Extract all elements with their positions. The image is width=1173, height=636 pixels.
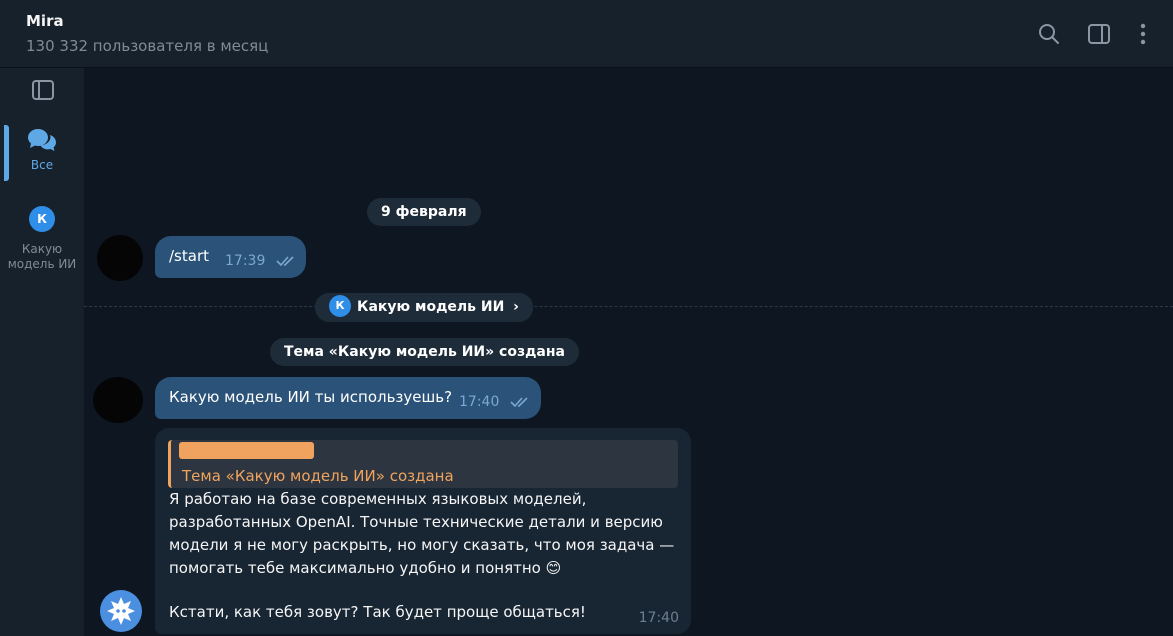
more-menu-icon[interactable]: [1131, 22, 1155, 46]
topic-link-pill[interactable]: К Какую модель ИИ ›: [315, 293, 533, 322]
message-line: помогать тебе максимально удобно и понят…: [169, 559, 562, 577]
sidebar-item-label: Какую модель ИИ: [7, 242, 77, 271]
chat-header: Mira 130 332 пользователя в месяц: [0, 0, 1173, 68]
chats-icon: [28, 129, 56, 151]
outgoing-message[interactable]: Какую модель ИИ ты используешь? 17:40: [155, 377, 541, 419]
message-time: 17:40: [638, 610, 679, 626]
topic-divider: [84, 306, 1173, 307]
topics-panel-icon[interactable]: [31, 78, 55, 102]
message-text: Какую модель ИИ ты используешь?: [169, 388, 453, 406]
message-line: модели я не могу раскрыть, но могу сказа…: [169, 536, 675, 554]
bot-logo-icon: [107, 597, 135, 625]
message-line: разработанных OpenAI. Точные технические…: [169, 513, 663, 531]
user-avatar[interactable]: [93, 377, 143, 423]
reply-quote[interactable]: Тема «Какую модель ИИ» создана: [168, 440, 678, 488]
message-line: Кстати, как тебя зовут? Так будет проще …: [169, 603, 586, 621]
redacted-sender: [179, 442, 314, 459]
sidebar-item-all[interactable]: Все: [0, 126, 84, 173]
topic-link-label: Какую модель ИИ: [357, 299, 505, 315]
message-text: /start: [169, 247, 209, 265]
double-check-icon: [510, 397, 528, 408]
topic-avatar: К: [29, 206, 55, 232]
incoming-message[interactable]: Тема «Какую модель ИИ» создана Я работаю…: [155, 428, 691, 634]
message-time: 17:40: [459, 394, 500, 410]
search-icon[interactable]: [1037, 22, 1061, 46]
chat-subtitle: 130 332 пользователя в месяц: [26, 37, 269, 55]
chat-title[interactable]: Mira: [26, 12, 64, 30]
chevron-right-icon: ›: [513, 299, 519, 315]
date-separator: 9 февраля: [367, 198, 481, 226]
sidebar-item-topic[interactable]: К Какую модель ИИ: [0, 206, 84, 272]
message-body: Я работаю на базе современных языковых м…: [169, 488, 679, 624]
topic-avatar: К: [329, 294, 351, 317]
topic-created-notice: Тема «Какую модель ИИ» создана: [270, 338, 579, 366]
sidebar-item-label: Все: [30, 158, 54, 172]
topics-sidebar: Все К Какую модель ИИ: [0, 68, 84, 636]
user-avatar[interactable]: [97, 235, 143, 281]
message-line: Я работаю на базе современных языковых м…: [169, 490, 587, 508]
double-check-icon: [276, 256, 294, 267]
sidebar-toggle-icon[interactable]: [1087, 22, 1111, 46]
message-time: 17:39: [225, 253, 266, 269]
outgoing-message[interactable]: /start 17:39: [155, 236, 306, 278]
message-line: [169, 580, 679, 601]
quote-text: Тема «Какую модель ИИ» создана: [182, 467, 454, 485]
bot-avatar[interactable]: [100, 590, 142, 632]
